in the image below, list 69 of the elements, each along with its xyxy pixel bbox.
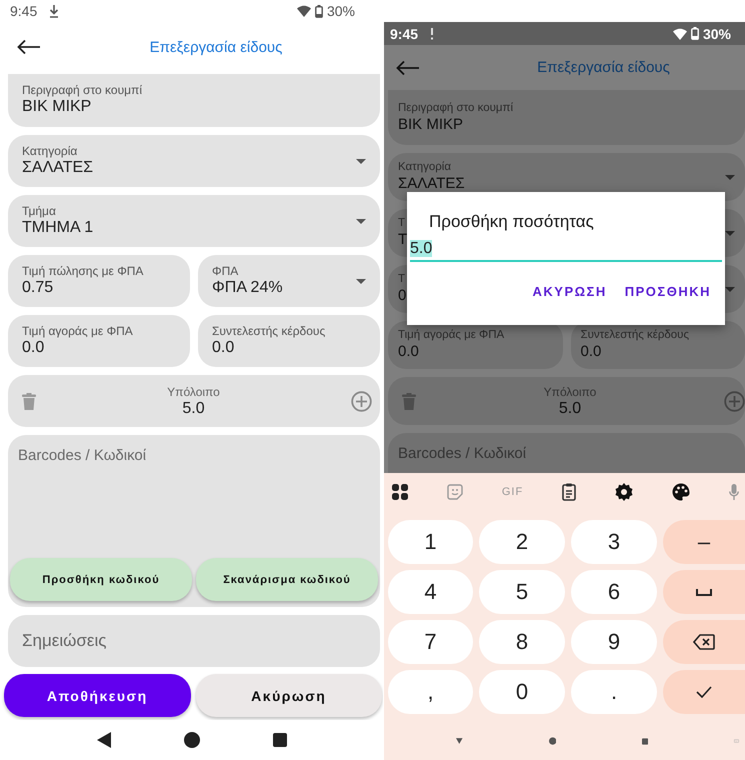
exclamation-icon: [430, 28, 434, 40]
battery-percent: 30%: [702, 26, 731, 42]
palette-icon[interactable]: [672, 483, 690, 501]
wifi-icon: [296, 5, 311, 17]
wifi-icon: [672, 28, 687, 40]
text-field[interactable]: Περιγραφή στο κουμπί ΒΙΚ ΜΙΚΡ: [8, 74, 380, 127]
apps-grid-icon[interactable]: [392, 484, 408, 500]
save-button[interactable]: Αποθήκευση: [4, 674, 190, 717]
text-field[interactable]: Τιμή πώλησης με ΦΠΑ 0.75: [8, 255, 190, 307]
barcodes-label: Barcodes / Κωδικοί: [17, 446, 148, 466]
text-field[interactable]: Τιμή αγοράς με ΦΠΑ 0.0: [388, 321, 562, 369]
caret-icon: [725, 287, 735, 292]
dialog-button[interactable]: ΑΚΥΡΩΣΗ: [530, 282, 609, 301]
stock-value: 5.0: [182, 398, 205, 418]
keyboard-key[interactable]: 7: [388, 620, 473, 664]
keyboard-key[interactable]: 5: [479, 570, 565, 614]
dropdown-field[interactable]: Κατηγορία ΣΑΛΑΤΕΣ: [8, 135, 380, 187]
text-field[interactable]: Περιγραφή στο κουμπί ΒΙΚ ΜΙΚΡ: [388, 90, 745, 145]
check-icon: [696, 686, 712, 698]
keyboard-key[interactable]: 3: [571, 520, 657, 564]
caret-icon: [356, 159, 366, 164]
download-icon: [49, 4, 60, 18]
back-arrow-icon[interactable]: [17, 39, 41, 55]
caret-icon: [356, 219, 366, 224]
battery-icon: [314, 4, 323, 18]
code-button[interactable]: Προσθήκη κωδικού: [10, 558, 192, 601]
dropdown-field[interactable]: ΦΠΑ ΦΠΑ 24%: [198, 255, 380, 307]
stock-value: 5.0: [558, 398, 582, 418]
keyboard-key[interactable]: 4: [388, 570, 473, 614]
caret-icon: [356, 279, 366, 284]
keyboard-key[interactable]: 9: [571, 620, 657, 664]
dialog-title: Προσθήκη ποσότητας: [428, 211, 595, 232]
keyboard-key[interactable]: –: [663, 520, 745, 564]
gear-icon[interactable]: [615, 483, 634, 501]
back-icon[interactable]: [96, 732, 110, 748]
dialog-button[interactable]: ΠΡΟΣΘΗΚΗ: [622, 282, 713, 301]
keyboard-key[interactable]: 0: [479, 670, 565, 714]
keyboard-key[interactable]: 2: [479, 520, 565, 564]
notes-field[interactable]: Σημειώσεις: [8, 615, 380, 667]
cancel-button[interactable]: Ακύρωση: [196, 674, 382, 717]
recents-icon[interactable]: [272, 733, 286, 747]
stock-label: Υπόλοιπο: [167, 384, 220, 398]
status-time: 9:45: [390, 26, 418, 42]
plus-circle-icon[interactable]: [351, 390, 372, 412]
keyboard-key[interactable]: [663, 620, 745, 664]
backspace-icon: [693, 634, 715, 650]
stock-label: Υπόλοιπο: [544, 384, 596, 398]
home-icon[interactable]: [184, 732, 200, 748]
keyboard-key[interactable]: .: [571, 670, 657, 714]
battery-percent: 30%: [326, 3, 355, 19]
caret-icon: [725, 231, 735, 236]
text-field[interactable]: Συντελεστής κέρδους 0.0: [198, 315, 380, 367]
keyboard-key[interactable]: 1: [388, 520, 473, 564]
text-field[interactable]: Συντελεστής κέρδους 0.0: [570, 321, 745, 369]
battery-icon: [690, 27, 699, 40]
space-icon: [696, 588, 712, 596]
quantity-input[interactable]: 5.0: [410, 240, 722, 262]
text-field[interactable]: Τιμή αγοράς με ΦΠΑ 0.0: [8, 315, 190, 367]
status-time: 9:45: [10, 3, 38, 19]
clipboard-icon[interactable]: [562, 483, 576, 501]
keyboard-key[interactable]: 8: [479, 620, 565, 664]
caret-icon: [725, 175, 735, 180]
keyboard-key[interactable]: 6: [571, 570, 657, 614]
screen-title: Επεξεργασία είδους: [148, 38, 284, 56]
keyboard-key[interactable]: ,: [388, 670, 473, 714]
barcodes-label: Barcodes / Κωδικοί: [397, 444, 528, 464]
code-button[interactable]: Σκανάρισμα κωδικού: [196, 558, 378, 601]
screen-title: Επεξεργασία είδους: [536, 59, 671, 76]
dropdown-field[interactable]: Τμήμα ΤΜΗΜΑ 1: [8, 195, 380, 247]
